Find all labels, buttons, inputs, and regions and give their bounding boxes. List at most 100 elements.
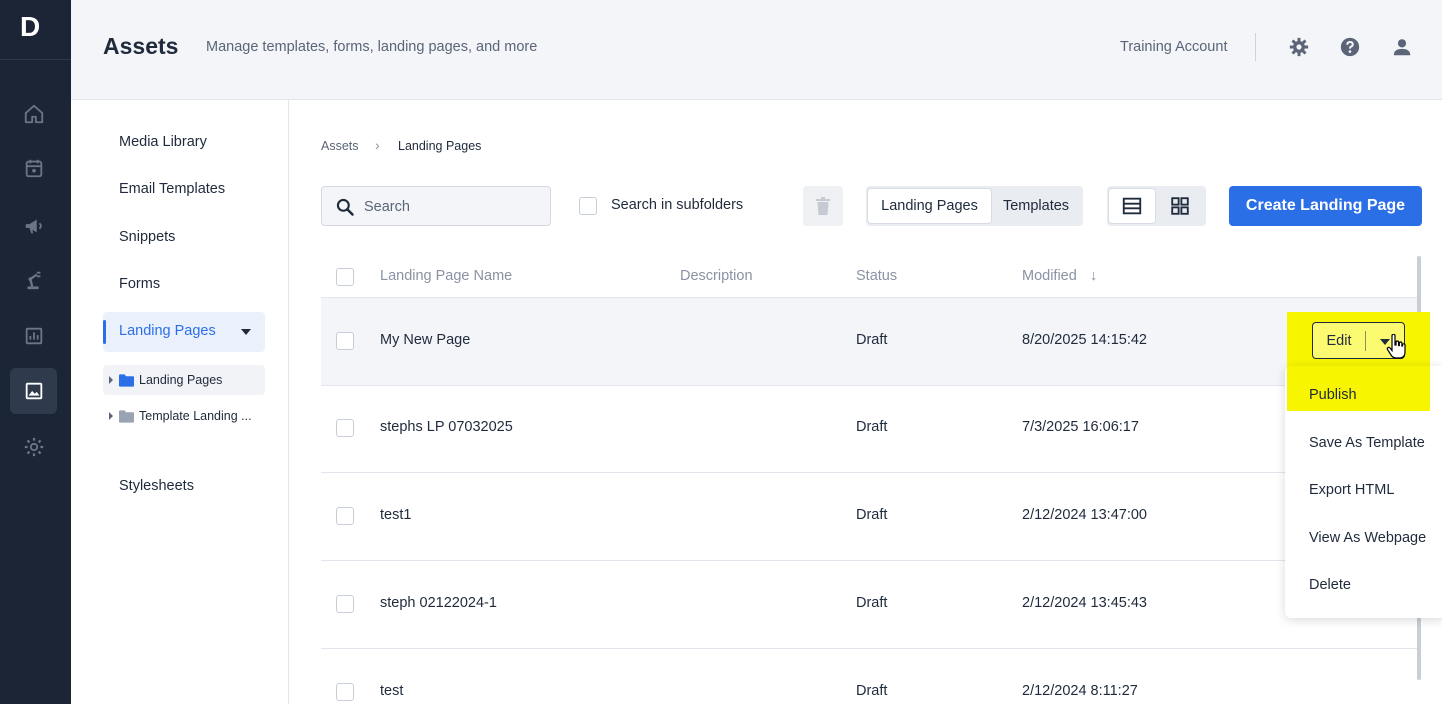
user-menu-button[interactable] <box>1391 36 1413 58</box>
row-modified: 7/3/2025 16:06:17 <box>1022 419 1139 435</box>
create-landing-page-button[interactable]: Create Landing Page <box>1229 186 1422 226</box>
table-row[interactable]: stephs LP 07032025 Draft 7/3/2025 16:06:… <box>321 385 1418 473</box>
folder-icon <box>119 373 134 387</box>
row-checkbox[interactable] <box>336 419 354 437</box>
page-header: Assets Manage templates, forms, landing … <box>71 0 1442 100</box>
rail-home[interactable] <box>10 91 57 137</box>
nav-stylesheets[interactable]: Stylesheets <box>119 478 194 494</box>
rail-assets[interactable] <box>10 368 57 414</box>
row-name[interactable]: test <box>380 683 403 699</box>
active-indicator <box>103 320 106 344</box>
breadcrumb-assets[interactable]: Assets <box>321 139 359 153</box>
settings-button[interactable] <box>1288 36 1310 58</box>
list-view-button[interactable] <box>1109 189 1155 223</box>
asset-type-toggle: Landing Pages Templates <box>866 186 1083 226</box>
robot-arm-icon <box>27 271 40 290</box>
toggle-landing-pages[interactable]: Landing Pages <box>868 189 991 223</box>
nav-landing-pages-label: Landing Pages <box>119 323 216 339</box>
search-icon <box>336 198 354 216</box>
folder-icon <box>119 409 134 423</box>
row-status: Draft <box>856 419 888 435</box>
chevron-down-icon[interactable] <box>241 329 251 335</box>
nav-media-library[interactable]: Media Library <box>119 134 207 150</box>
row-status: Draft <box>856 507 888 523</box>
column-modified[interactable]: Modified <box>1022 268 1077 284</box>
row-name[interactable]: My New Page <box>380 332 470 348</box>
table-row[interactable]: My New Page Draft 8/20/2025 14:15:42 <box>321 298 1418 386</box>
column-status[interactable]: Status <box>856 268 897 284</box>
menu-delete[interactable]: Delete <box>1309 577 1351 593</box>
image-icon <box>25 382 42 400</box>
row-status: Draft <box>856 683 888 699</box>
column-description[interactable]: Description <box>680 268 753 284</box>
folder-template-landing[interactable]: Template Landing ... <box>103 401 265 431</box>
folder-name: Template Landing ... <box>139 409 252 423</box>
help-button[interactable] <box>1339 36 1361 58</box>
nav-snippets[interactable]: Snippets <box>119 229 175 245</box>
row-modified: 2/12/2024 13:45:43 <box>1022 595 1147 611</box>
page-subtitle: Manage templates, forms, landing pages, … <box>206 39 538 55</box>
rail-campaigns[interactable] <box>10 203 57 249</box>
help-icon <box>1340 37 1360 57</box>
rail-calendar[interactable] <box>10 145 57 191</box>
menu-export-html[interactable]: Export HTML <box>1309 482 1394 498</box>
folder-name: Landing Pages <box>139 373 223 387</box>
table-row[interactable]: steph 02122024-1 Draft 2/12/2024 13:45:4… <box>321 561 1418 649</box>
list-view-icon <box>1122 197 1142 215</box>
folder-landing-pages[interactable]: Landing Pages <box>103 365 265 395</box>
header-divider <box>1255 33 1256 61</box>
assets-nav: Media Library Email Templates Snippets F… <box>71 100 289 704</box>
app-logo[interactable]: D <box>20 12 48 42</box>
search-subfolders-checkbox[interactable] <box>579 197 597 215</box>
gear-icon <box>1289 37 1309 57</box>
row-status: Draft <box>856 332 888 348</box>
page-title: Assets <box>103 33 179 59</box>
rail-automation[interactable] <box>10 257 57 303</box>
hand-cursor-icon <box>1386 334 1406 359</box>
row-checkbox[interactable] <box>336 332 354 350</box>
menu-view-as-webpage[interactable]: View As Webpage <box>1309 530 1426 546</box>
trash-icon <box>816 197 830 215</box>
view-toggle <box>1107 186 1206 226</box>
toggle-templates[interactable]: Templates <box>992 189 1080 223</box>
rail-settings[interactable] <box>10 424 57 470</box>
row-checkbox[interactable] <box>336 683 354 701</box>
select-all-checkbox[interactable] <box>336 268 354 286</box>
megaphone-icon <box>25 219 42 234</box>
account-name[interactable]: Training Account <box>1120 39 1227 55</box>
bar-chart-icon <box>25 327 42 345</box>
sort-arrow-icon[interactable]: ↓ <box>1090 268 1097 284</box>
column-name[interactable]: Landing Page Name <box>380 268 512 284</box>
search-subfolders-label[interactable]: Search in subfolders <box>611 197 743 213</box>
breadcrumb-separator: › <box>375 137 380 153</box>
expand-arrow-icon[interactable] <box>109 412 113 420</box>
gear-icon <box>24 437 43 457</box>
menu-publish[interactable]: Publish <box>1309 387 1357 403</box>
table-row[interactable]: test Draft 2/12/2024 8:11:27 <box>321 649 1418 704</box>
nav-email-templates[interactable]: Email Templates <box>119 181 225 197</box>
breadcrumb-current: Landing Pages <box>398 139 482 153</box>
delete-button[interactable] <box>803 186 843 226</box>
grid-view-button[interactable] <box>1157 189 1203 223</box>
user-icon <box>1393 39 1411 56</box>
nav-forms[interactable]: Forms <box>119 276 160 292</box>
row-checkbox[interactable] <box>336 507 354 525</box>
row-modified: 2/12/2024 8:11:27 <box>1022 683 1138 699</box>
edit-button[interactable]: Edit <box>1313 323 1365 358</box>
home-icon <box>24 104 43 124</box>
row-name[interactable]: test1 <box>380 507 411 523</box>
table-header: Landing Page Name Description Status Mod… <box>321 256 1418 298</box>
row-name[interactable]: steph 02122024-1 <box>380 595 497 611</box>
row-name[interactable]: stephs LP 07032025 <box>380 419 513 435</box>
rail-reports[interactable] <box>10 313 57 359</box>
expand-arrow-icon[interactable] <box>109 376 113 384</box>
menu-save-as-template[interactable]: Save As Template <box>1309 435 1425 451</box>
row-status: Draft <box>856 595 888 611</box>
table-row[interactable]: test1 Draft 2/12/2024 13:47:00 <box>321 473 1418 561</box>
search-input[interactable] <box>364 196 544 218</box>
search-box <box>321 186 551 226</box>
row-actions-menu: Publish Save As Template Export HTML Vie… <box>1285 366 1442 618</box>
nav-landing-pages[interactable]: Landing Pages <box>103 312 265 352</box>
row-modified: 2/12/2024 13:47:00 <box>1022 507 1147 523</box>
row-checkbox[interactable] <box>336 595 354 613</box>
